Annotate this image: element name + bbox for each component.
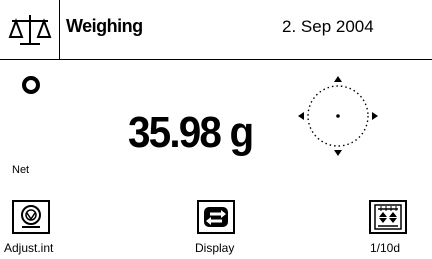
adjust-internal-icon xyxy=(21,205,41,228)
display-button[interactable] xyxy=(197,200,235,234)
net-label: Net xyxy=(12,164,30,176)
readability-label: 1/10d xyxy=(370,241,401,255)
weight-readout: 35.98 g xyxy=(128,108,254,157)
page-title: Weighing xyxy=(66,16,143,36)
header-bar: Weighing 2. Sep 2004 xyxy=(0,0,432,60)
balance-icon-box[interactable] xyxy=(0,0,60,59)
balance-scale-icon xyxy=(8,14,51,45)
adjust-int-label: Adjust.int xyxy=(4,241,54,255)
readability-icon xyxy=(374,204,402,230)
readability-button[interactable] xyxy=(369,200,407,234)
display-toggle-icon xyxy=(204,207,228,227)
adjust-int-button[interactable] xyxy=(12,200,50,234)
level-circle-icon xyxy=(298,76,378,156)
stability-indicator-icon xyxy=(22,76,40,94)
date-display: 2. Sep 2004 xyxy=(282,17,374,36)
display-label: Display xyxy=(195,241,235,255)
